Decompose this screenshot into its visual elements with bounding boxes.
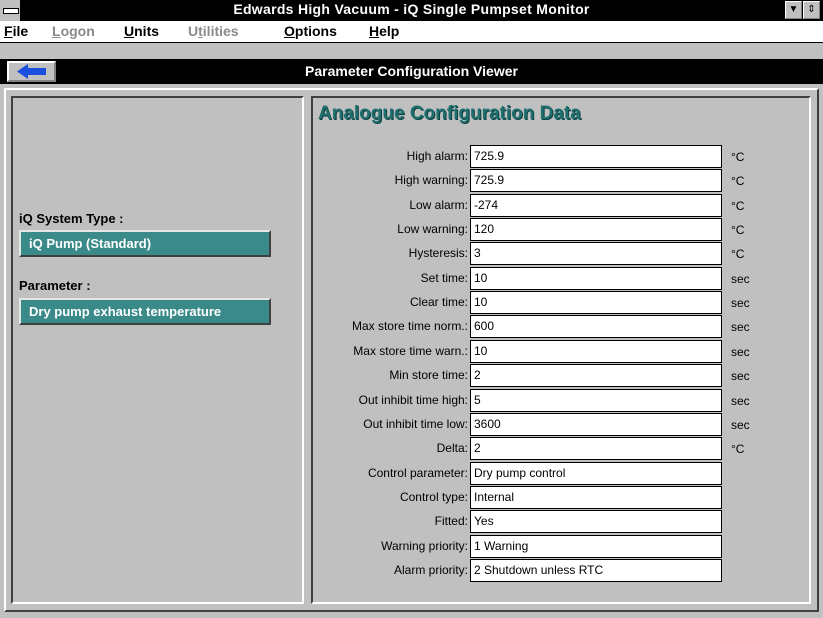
config-row-value[interactable]: 725.9 bbox=[470, 145, 722, 168]
menu-file[interactable]: File bbox=[4, 23, 28, 39]
config-row-label: Max store time warn.: bbox=[353, 344, 468, 358]
config-row-label: High warning: bbox=[394, 173, 468, 187]
window-title-bar: Edwards High Vacuum - iQ Single Pumpset … bbox=[0, 0, 823, 21]
config-row-unit: sec bbox=[731, 418, 750, 432]
config-row-unit: sec bbox=[731, 345, 750, 359]
window-title: Edwards High Vacuum - iQ Single Pumpset … bbox=[233, 1, 590, 17]
config-row-unit: sec bbox=[731, 296, 750, 310]
config-row-value[interactable]: 2 Shutdown unless RTC bbox=[470, 559, 722, 582]
selection-panel bbox=[11, 96, 304, 604]
config-row-label: Out inhibit time high: bbox=[358, 393, 468, 407]
config-row-label: Low alarm: bbox=[409, 198, 468, 212]
config-row-value[interactable]: 10 bbox=[470, 267, 722, 290]
config-row-value[interactable]: Internal bbox=[470, 486, 722, 509]
minimize-icon: ▼ bbox=[788, 4, 799, 15]
config-row-value[interactable]: 3 bbox=[470, 242, 722, 265]
config-row-label: Set time: bbox=[420, 271, 468, 285]
config-row-value[interactable]: 120 bbox=[470, 218, 722, 241]
config-row-label: Low warning: bbox=[397, 222, 468, 236]
config-row-value[interactable]: 2 bbox=[470, 364, 722, 387]
config-row-value[interactable]: 600 bbox=[470, 315, 722, 338]
config-row-unit: sec bbox=[731, 394, 750, 408]
menu-help[interactable]: Help bbox=[369, 23, 399, 39]
minimize-button[interactable]: ▼ bbox=[785, 1, 802, 19]
menu-units[interactable]: Units bbox=[124, 23, 159, 39]
config-row-label: Fitted: bbox=[434, 514, 468, 528]
config-row-unit: °C bbox=[731, 247, 745, 261]
menu-bar: File Logon Units Utilities Options Help bbox=[0, 21, 823, 43]
config-row-value[interactable]: 3600 bbox=[470, 413, 722, 436]
config-row-label: Hysteresis: bbox=[408, 246, 468, 260]
config-row-label: Min store time: bbox=[389, 368, 468, 382]
menu-logon[interactable]: Logon bbox=[52, 23, 95, 39]
config-row-value[interactable]: Yes bbox=[470, 510, 722, 533]
system-type-field[interactable]: iQ Pump (Standard) bbox=[19, 230, 271, 257]
config-row-unit: °C bbox=[731, 442, 745, 456]
config-row-value[interactable]: -274 bbox=[470, 194, 722, 217]
section-title: Analogue Configuration Data bbox=[318, 103, 581, 124]
restore-icon: ⇕ bbox=[807, 4, 816, 15]
config-row-unit: sec bbox=[731, 369, 750, 383]
config-row-label: Control type: bbox=[399, 490, 468, 504]
menu-options[interactable]: Options bbox=[284, 23, 337, 39]
config-row-unit: sec bbox=[731, 272, 750, 286]
config-row-unit: sec bbox=[731, 320, 750, 334]
config-row-unit: °C bbox=[731, 174, 745, 188]
config-row-value[interactable]: 2 bbox=[470, 437, 722, 460]
config-row-label: Alarm priority: bbox=[393, 563, 468, 577]
system-type-label: iQ System Type : bbox=[19, 211, 124, 226]
config-row-label: Max store time norm.: bbox=[351, 319, 468, 333]
config-row-label: Warning priority: bbox=[381, 539, 468, 553]
config-row-label: High alarm: bbox=[406, 149, 468, 163]
config-row-label: Control parameter: bbox=[367, 466, 468, 480]
config-row-unit: °C bbox=[731, 150, 745, 164]
menu-utilities[interactable]: Utilities bbox=[188, 23, 239, 39]
config-row-label: Clear time: bbox=[409, 295, 468, 309]
viewer-title: Parameter Configuration Viewer bbox=[305, 63, 518, 79]
config-row-label: Delta: bbox=[436, 441, 468, 455]
config-row-value[interactable]: 5 bbox=[470, 389, 722, 412]
config-row-value[interactable]: 10 bbox=[470, 291, 722, 314]
config-row-unit: °C bbox=[731, 223, 745, 237]
viewer-header: Parameter Configuration Viewer bbox=[0, 59, 823, 84]
config-row-label: Out inhibit time low: bbox=[363, 417, 468, 431]
config-row-value[interactable]: 1 Warning bbox=[470, 535, 722, 558]
config-row-unit: °C bbox=[731, 199, 745, 213]
parameter-field[interactable]: Dry pump exhaust temperature bbox=[19, 298, 271, 325]
config-row-value[interactable]: 725.9 bbox=[470, 169, 722, 192]
config-row-value[interactable]: 10 bbox=[470, 340, 722, 363]
parameter-label: Parameter : bbox=[19, 278, 91, 293]
restore-button[interactable]: ⇕ bbox=[803, 1, 820, 19]
config-row-value[interactable]: Dry pump control bbox=[470, 462, 722, 485]
